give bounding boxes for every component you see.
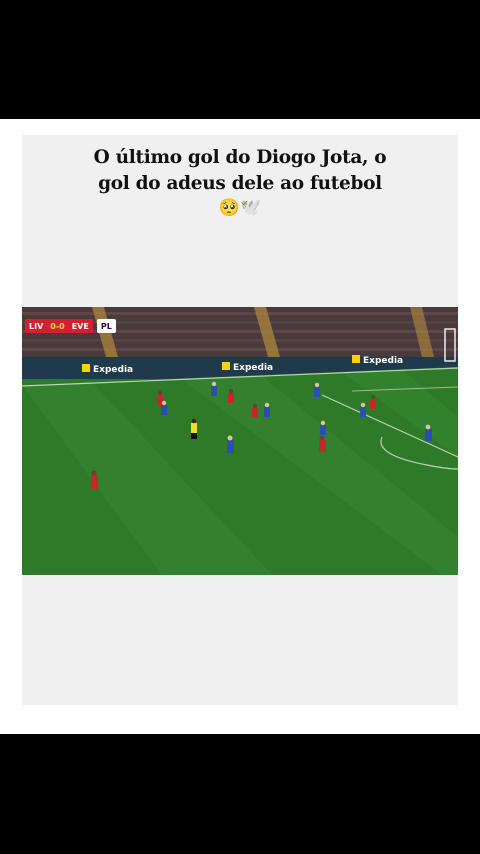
ad-board-text-3: Expedia bbox=[363, 356, 403, 366]
scoreboard: LIV 0-0 EVE PL bbox=[25, 319, 116, 333]
caption-line-2: gol do adeus dele ao futebol bbox=[98, 173, 382, 194]
post-card[interactable]: O último gol do Diogo Jota, o gol do ade… bbox=[22, 135, 458, 705]
screen: O último gol do Diogo Jota, o gol do ade… bbox=[0, 0, 480, 854]
caption-line-1: O último gol do Diogo Jota, o bbox=[93, 147, 387, 168]
post-frame: O último gol do Diogo Jota, o gol do ade… bbox=[0, 119, 480, 734]
post-caption: O último gol do Diogo Jota, o gol do ade… bbox=[22, 145, 458, 197]
caption-emojis: 🥺🕊️ bbox=[218, 198, 262, 218]
ad-board-text-2: Expedia bbox=[233, 363, 273, 373]
away-team-label: EVE bbox=[67, 319, 93, 333]
video-frame: Expedia Expedia Expedia bbox=[22, 307, 458, 575]
ad-board-text-1: Expedia bbox=[93, 365, 133, 375]
score-label: 0-0 bbox=[47, 319, 68, 333]
league-badge: PL bbox=[96, 319, 116, 333]
video-player[interactable]: Expedia Expedia Expedia LIV 0-0 EVE PL bbox=[22, 307, 458, 575]
home-team-label: LIV bbox=[25, 319, 48, 333]
